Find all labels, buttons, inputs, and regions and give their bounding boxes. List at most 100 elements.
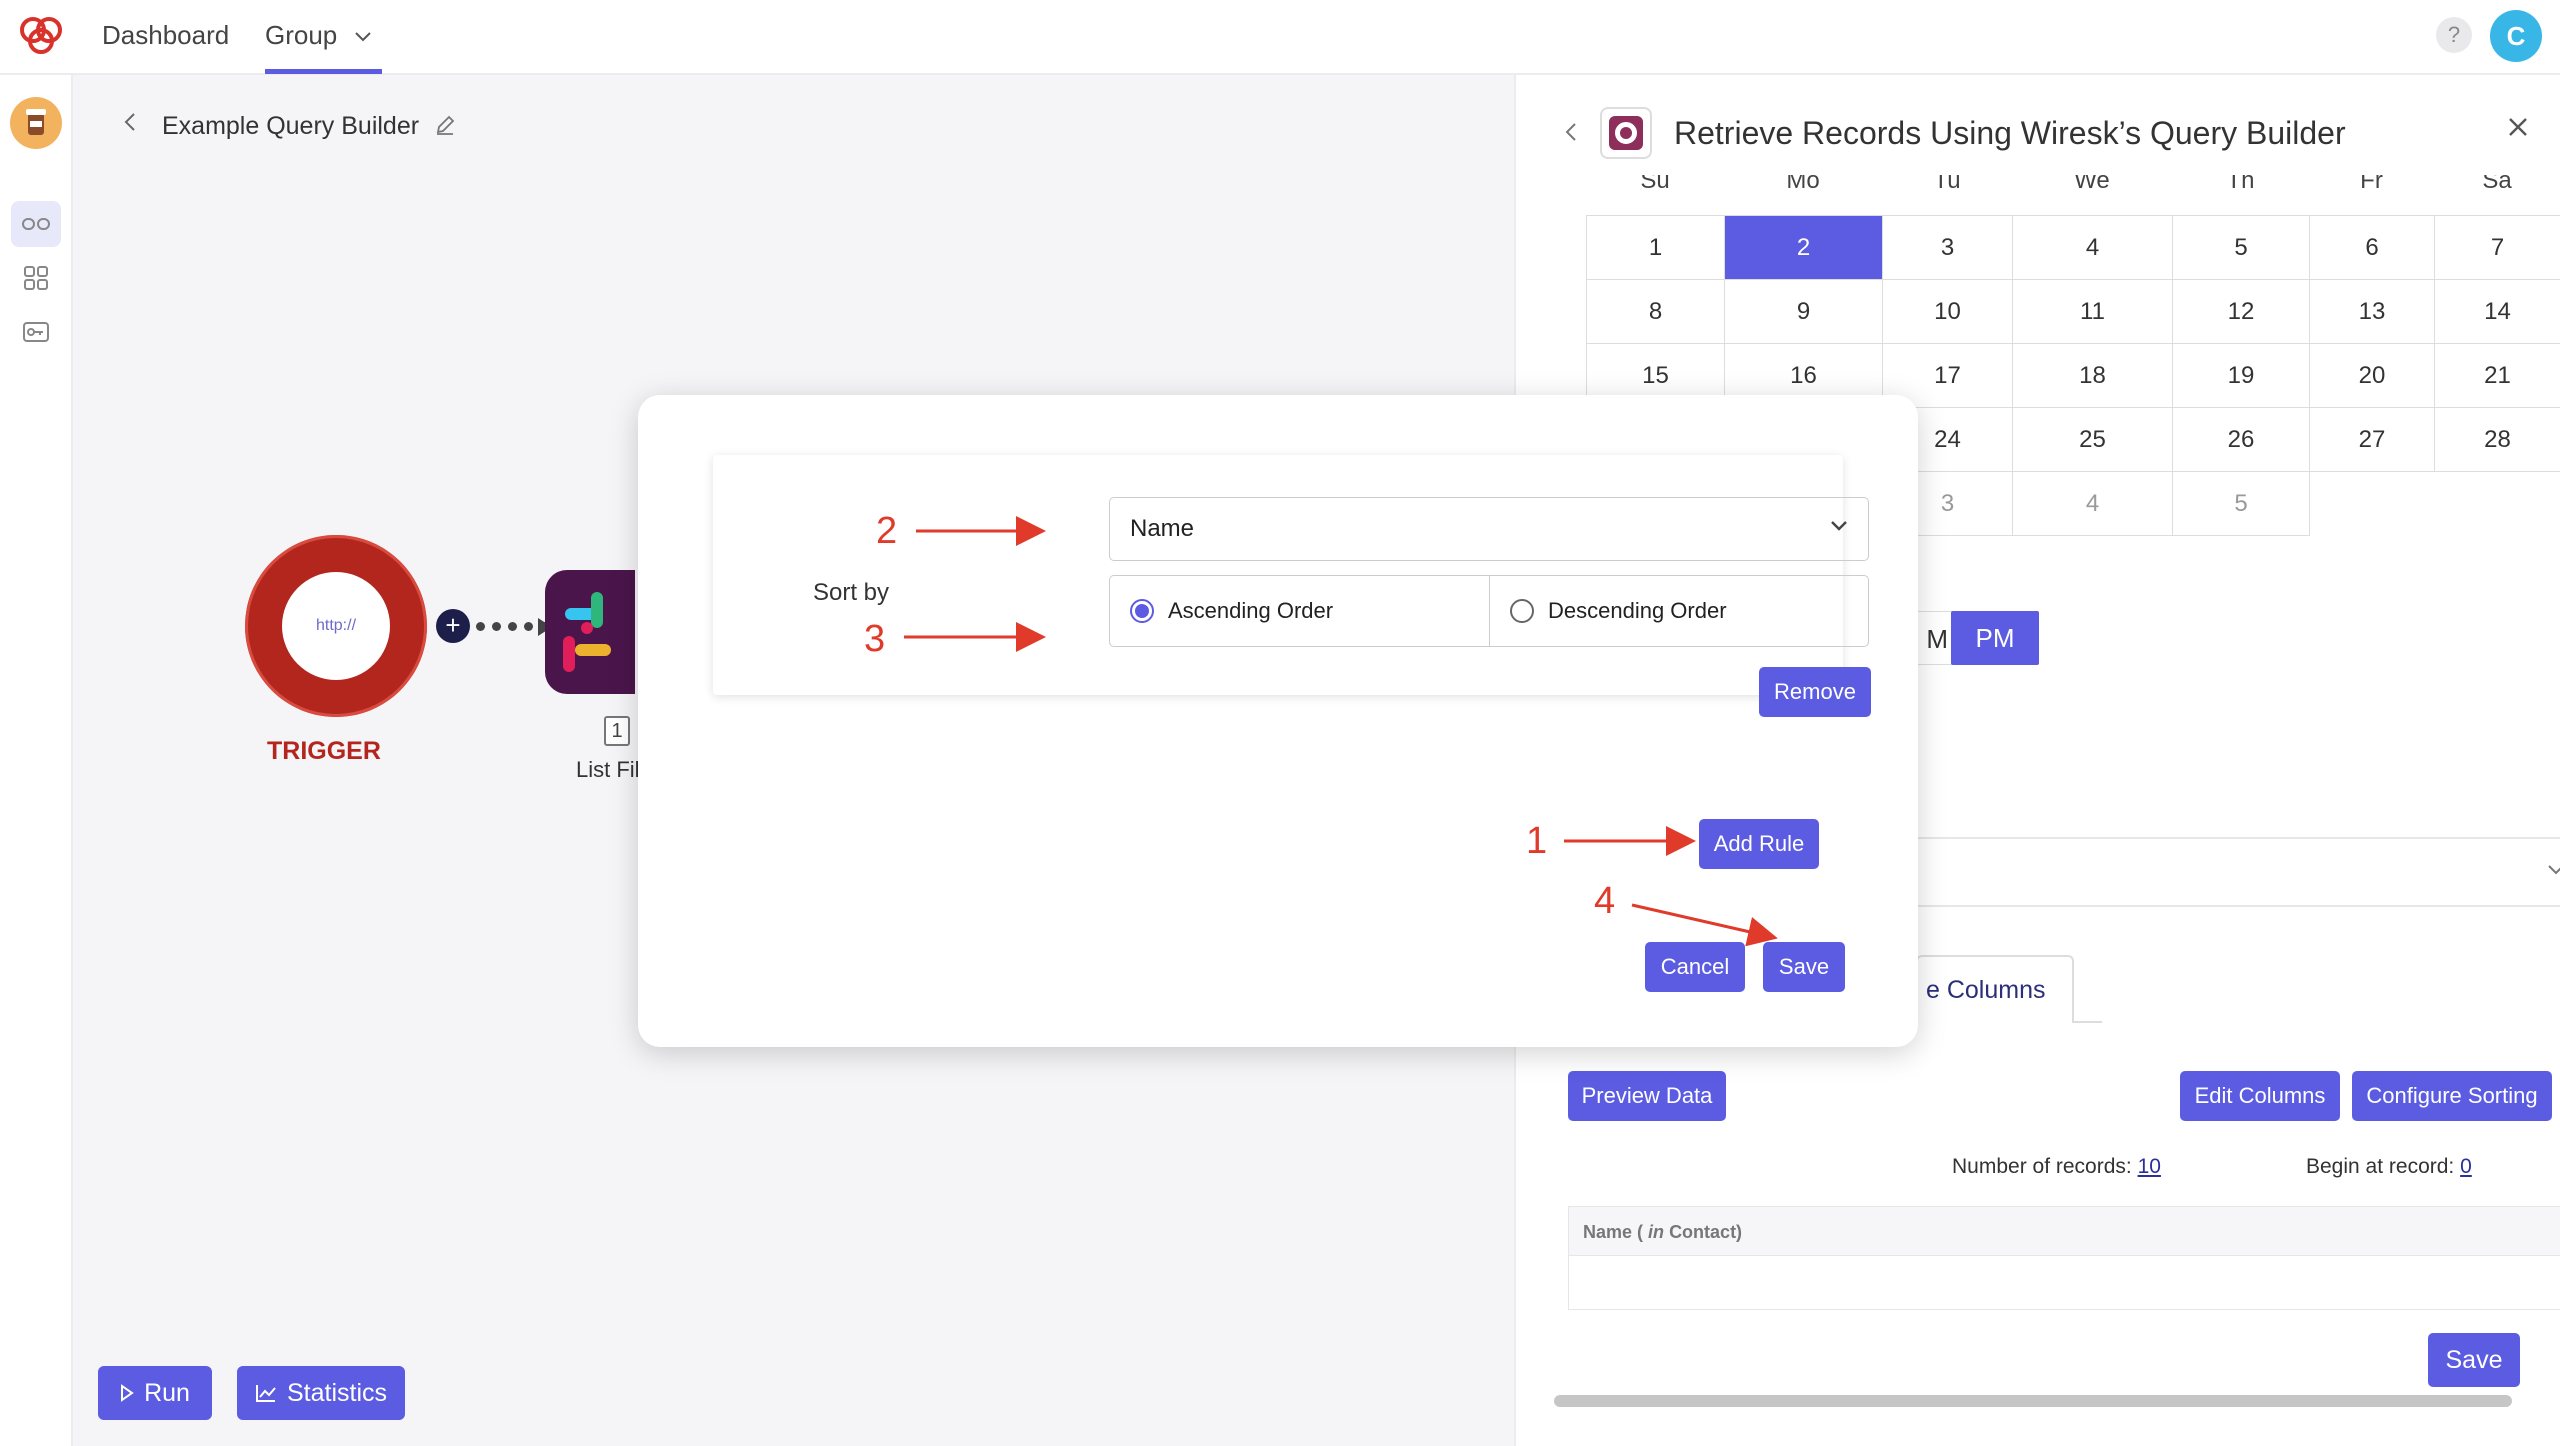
records-count: Number of records: 10 — [1952, 1155, 2161, 1179]
weekday-fr: Fr — [2360, 175, 2383, 194]
calendar-day[interactable]: 12 — [2173, 280, 2310, 344]
col-header-name: Name ( — [1583, 1222, 1644, 1242]
add-rule-button[interactable]: Add Rule — [1699, 819, 1819, 869]
weekday-sa: Sa — [2482, 175, 2512, 194]
calendar-day[interactable]: 5 — [2173, 472, 2310, 536]
calendar-day[interactable]: 1 — [1587, 216, 1725, 280]
descending-option[interactable]: Descending Order — [1489, 576, 1868, 646]
records-label: Number of records: — [1952, 1155, 2132, 1178]
col-header-in: in — [1648, 1222, 1665, 1242]
trigger-node[interactable]: http:// — [245, 535, 427, 717]
save-button[interactable]: Save — [1763, 942, 1845, 992]
top-bar: Dashboard Group ? C — [0, 0, 2560, 75]
calendar-weekdays: Su Mo Tu We Th Fr Sa — [1586, 175, 2560, 215]
calendar-day[interactable]: 28 — [2435, 408, 2560, 472]
chevron-down-icon — [1831, 521, 1847, 531]
sort-rules-modal: Name Sort by Ascending Order Descending … — [638, 395, 1918, 1047]
weekday-su: Su — [1640, 175, 1670, 194]
panel-back-icon[interactable] — [1562, 119, 1580, 145]
chart-icon — [255, 1385, 276, 1402]
annotation-4: 4 — [1594, 880, 1616, 922]
page-title: Example Query Builder — [162, 112, 420, 140]
close-icon[interactable] — [2506, 115, 2530, 139]
calendar-day[interactable]: 4 — [2013, 472, 2173, 536]
edit-columns-button[interactable]: Edit Columns — [2180, 1071, 2340, 1121]
tab-baseline — [2072, 1021, 2102, 1023]
nav-group[interactable]: Group — [265, 20, 373, 51]
slack-logo-icon — [563, 592, 611, 672]
node-step-number: 1 — [604, 716, 630, 746]
annotation-3: 3 — [864, 618, 886, 660]
calendar-day[interactable]: 21 — [2435, 344, 2560, 408]
calendar-day[interactable]: 20 — [2310, 344, 2435, 408]
workspace-avatar[interactable] — [10, 97, 62, 149]
begin-value-link[interactable]: 0 — [2460, 1155, 2472, 1178]
app-logo-icon[interactable] — [16, 14, 66, 56]
weekday-mo: Mo — [1786, 175, 1820, 194]
records-value-link[interactable]: 10 — [2138, 1155, 2161, 1178]
col-header-contact: Contact) — [1669, 1222, 1743, 1242]
annotation-1: 1 — [1526, 820, 1548, 862]
tab-columns[interactable]: e Columns — [1916, 955, 2074, 1023]
calendar-day[interactable]: 4 — [2013, 216, 2173, 280]
workspace-cup-icon — [26, 109, 46, 135]
help-button[interactable]: ? — [2436, 17, 2472, 53]
calendar-day[interactable]: 8 — [1587, 280, 1725, 344]
cancel-button[interactable]: Cancel — [1645, 942, 1745, 992]
calendar-day[interactable]: 25 — [2013, 408, 2173, 472]
trigger-label: TRIGGER — [267, 737, 381, 765]
calendar-day[interactable]: 9 — [1725, 280, 1883, 344]
sort-field-select[interactable]: Name — [1109, 497, 1869, 561]
radio-descending[interactable] — [1510, 599, 1534, 623]
add-node-button[interactable]: + — [436, 609, 470, 643]
calendar-day[interactable]: 13 — [2310, 280, 2435, 344]
remove-rule-button[interactable]: Remove — [1759, 667, 1871, 717]
sort-by-label: Sort by — [813, 579, 890, 606]
calendar-day[interactable]: 19 — [2173, 344, 2310, 408]
user-avatar[interactable]: C — [2490, 10, 2542, 62]
radio-ascending[interactable] — [1130, 599, 1154, 623]
calendar-day[interactable]: 26 — [2173, 408, 2310, 472]
begin-record: Begin at record: 0 — [2306, 1155, 2472, 1179]
table-row — [1568, 1256, 2560, 1310]
calendar-day[interactable]: 5 — [2173, 216, 2310, 280]
calendar-day[interactable]: 7 — [2435, 216, 2560, 280]
ascending-option[interactable]: Ascending Order — [1110, 576, 1489, 646]
statistics-label: Statistics — [286, 1378, 388, 1407]
rail-keys-icon[interactable] — [11, 309, 61, 355]
statistics-button[interactable]: Statistics — [237, 1366, 405, 1420]
run-label: Run — [144, 1378, 190, 1407]
ascending-label: Ascending Order — [1168, 598, 1334, 623]
back-chevron-icon[interactable] — [120, 110, 140, 134]
node-label: List Fil — [576, 757, 640, 782]
pm-toggle[interactable]: PM — [1951, 611, 2039, 665]
horizontal-scrollbar[interactable] — [1554, 1395, 2512, 1407]
nav-group-label: Group — [265, 20, 338, 50]
calendar-day[interactable]: 14 — [2435, 280, 2560, 344]
sort-order-group: Ascending Order Descending Order — [1109, 575, 1869, 647]
calendar-day[interactable]: 6 — [2310, 216, 2435, 280]
rail-flows-icon[interactable] — [11, 201, 61, 247]
calendar-day[interactable]: 18 — [2013, 344, 2173, 408]
sort-field-value: Name — [1130, 515, 1195, 542]
begin-label: Begin at record: — [2306, 1155, 2455, 1178]
edit-pencil-icon[interactable] — [434, 114, 456, 136]
run-button[interactable]: Run — [98, 1366, 212, 1420]
nav-dashboard[interactable]: Dashboard — [102, 20, 229, 51]
calendar-day[interactable]: 10 — [1883, 280, 2013, 344]
panel-title: Retrieve Records Using Wiresk’s Query Bu… — [1674, 115, 2346, 151]
chevron-down-icon — [354, 32, 371, 42]
weekday-tu: Tu — [1933, 175, 1961, 194]
calendar-day[interactable]: 3 — [1883, 216, 2013, 280]
chevron-down-icon[interactable] — [2546, 863, 2560, 877]
calendar-day[interactable]: 27 — [2310, 408, 2435, 472]
slack-node[interactable] — [545, 570, 635, 694]
play-icon — [121, 1384, 134, 1402]
calendar-day[interactable]: 2 — [1725, 216, 1883, 280]
calendar-day[interactable]: 11 — [2013, 280, 2173, 344]
preview-data-button[interactable]: Preview Data — [1568, 1071, 1726, 1121]
configure-sorting-button[interactable]: Configure Sorting — [2352, 1071, 2552, 1121]
trigger-node-inner: http:// — [282, 572, 390, 680]
panel-save-button[interactable]: Save — [2428, 1333, 2520, 1387]
rail-apps-icon[interactable] — [11, 255, 61, 301]
